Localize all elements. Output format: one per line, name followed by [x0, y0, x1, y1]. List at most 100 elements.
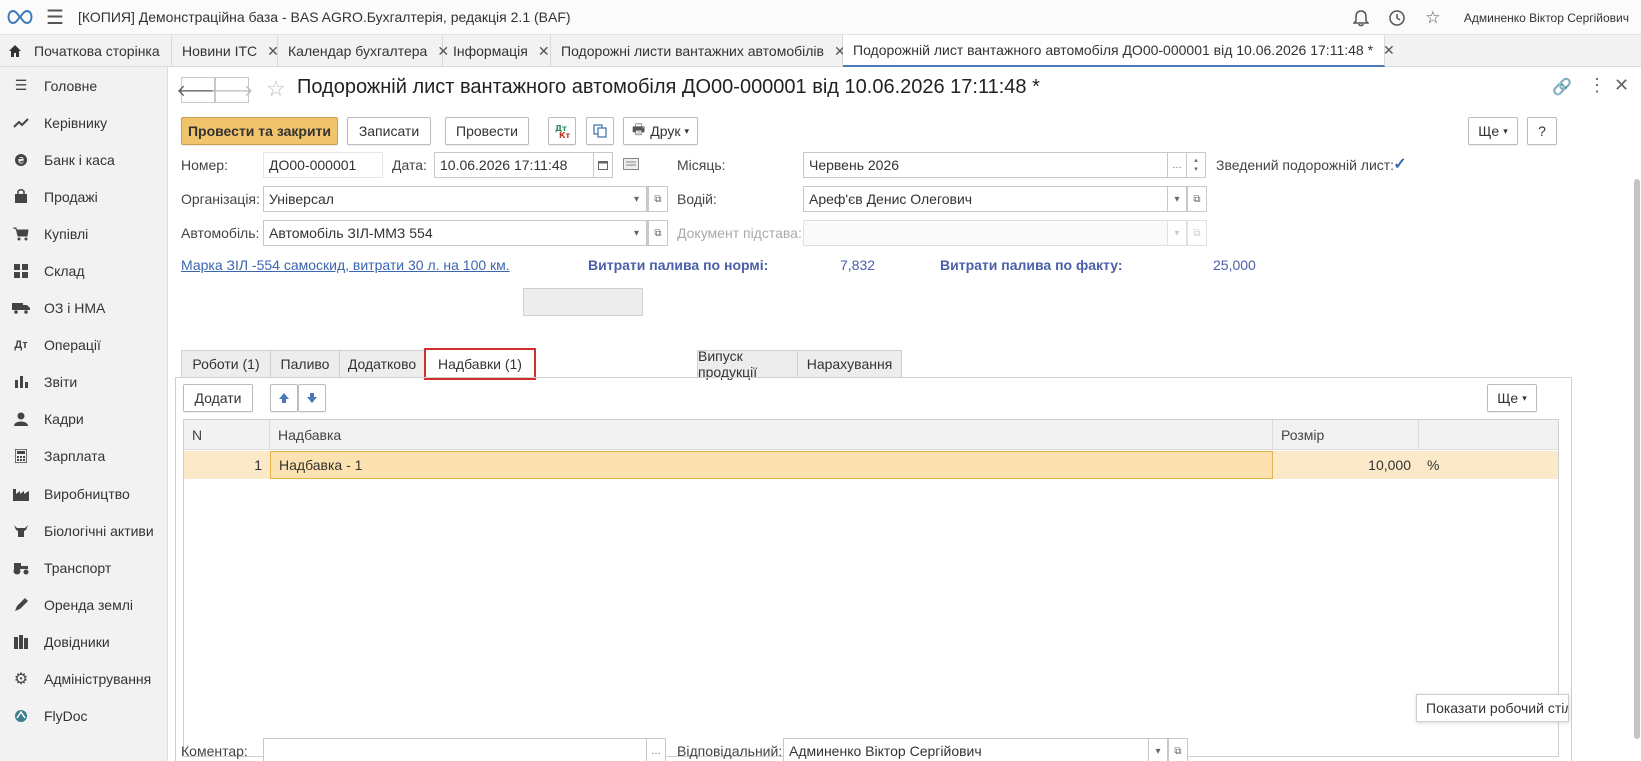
truck-icon — [10, 302, 32, 314]
app-logo-icon[interactable] — [0, 0, 40, 35]
open-link-icon[interactable]: ⧉ — [1187, 186, 1207, 212]
more-button[interactable]: Ще ▾ — [1468, 117, 1518, 145]
tab-fuel[interactable]: Паливо — [270, 350, 340, 378]
table-more-button[interactable]: Ще ▾ — [1487, 384, 1537, 412]
sidebar-item-warehouse[interactable]: Склад — [0, 252, 167, 289]
sidebar-item-land-lease[interactable]: Оренда землі — [0, 586, 167, 623]
dropdown-chevron-icon[interactable]: ▾ — [627, 186, 647, 212]
history-icon[interactable] — [1386, 7, 1408, 29]
tab-surcharges[interactable]: Надбавки (1) — [424, 348, 536, 380]
sidebar-item-salary[interactable]: Зарплата — [0, 438, 167, 475]
number-field[interactable]: ДО00-000001 — [263, 152, 383, 178]
close-form-icon[interactable]: ✕ — [1614, 75, 1629, 96]
add-button[interactable]: Додати — [183, 384, 253, 412]
driver-field[interactable]: Ареф'єв Денис Олегович — [803, 186, 1168, 212]
vehicle-model-link[interactable]: Марка ЗІЛ -554 самоскид, витрати 30 л. н… — [181, 257, 510, 273]
sidebar-item-manager[interactable]: Керівнику — [0, 104, 167, 141]
sidebar-item-biological-assets[interactable]: Біологічні активи — [0, 512, 167, 549]
select-dots-icon[interactable]: … — [646, 738, 666, 761]
responsible-field[interactable]: Админенко Віктор Сергійович — [783, 738, 1149, 761]
sidebar-item-production[interactable]: Виробництво — [0, 475, 167, 512]
tab-accruals[interactable]: Нарахування — [797, 350, 902, 378]
link-icon[interactable]: 🔗 — [1552, 77, 1572, 97]
tab-home[interactable]: Початкова сторінка — [0, 35, 172, 67]
move-up-icon[interactable] — [270, 384, 298, 412]
month-label: Місяць: — [677, 157, 726, 173]
open-link-icon[interactable]: ⧉ — [1187, 220, 1207, 246]
sidebar-item-hr[interactable]: Кадри — [0, 401, 167, 438]
organization-label: Організація: — [181, 191, 260, 207]
tab-products-output[interactable]: Випуск продукції — [697, 348, 798, 380]
forward-button[interactable]: 🡒 — [211, 77, 253, 103]
sidebar-item-administration[interactable]: ⚙ Адміністрування — [0, 661, 167, 698]
calculator-icon — [10, 449, 32, 464]
spin-updown-icon[interactable]: ▴ ▾ — [1186, 152, 1206, 178]
help-button[interactable]: ? — [1527, 117, 1557, 145]
sidebar-item-sales[interactable]: Продажі — [0, 178, 167, 215]
basis-document-field[interactable] — [803, 220, 1168, 246]
print-button[interactable]: 🖶 Друк ▾ — [623, 117, 698, 145]
close-icon[interactable]: ✕ — [1383, 42, 1395, 59]
sidebar-item-reports[interactable]: Звіти — [0, 364, 167, 401]
tab-information[interactable]: Інформація ✕ — [443, 35, 551, 67]
table-row[interactable]: 1 Надбавка - 1 10,000 % — [184, 451, 1558, 479]
vehicle-field[interactable]: Автомобіль ЗІЛ-ММЗ 554 — [263, 220, 648, 246]
comment-field[interactable] — [263, 738, 647, 761]
dropdown-chevron-icon[interactable]: ▾ — [1167, 220, 1187, 246]
sidebar-item-purchases[interactable]: Купівлі — [0, 215, 167, 252]
dropdown-chevron-icon[interactable]: ▾ — [627, 220, 647, 246]
month-field[interactable]: Червень 2026 — [803, 152, 1168, 178]
form-scrollbar[interactable] — [1633, 167, 1641, 761]
current-user[interactable]: Админенко Віктор Сергійович — [1464, 11, 1629, 25]
sidebar-item-transport[interactable]: Транспорт — [0, 549, 167, 586]
tab-waybills-list[interactable]: Подорожні листи вантажних автомобілів ✕ — [551, 35, 846, 67]
select-dots-icon[interactable]: … — [1167, 152, 1187, 178]
open-link-icon[interactable]: ⧉ — [1168, 738, 1188, 761]
open-link-icon[interactable]: ⧉ — [648, 186, 668, 212]
tab-additional[interactable]: Додатково — [339, 350, 425, 378]
sidebar-item-flydoc[interactable]: FlyDoc — [0, 698, 167, 735]
sidebar-item-label: Адміністрування — [44, 671, 152, 688]
organization-field[interactable]: Універсал — [263, 186, 648, 212]
sidebar-item-label: Оренда землі — [44, 596, 133, 613]
scrollbar-thumb[interactable] — [1634, 179, 1640, 739]
sections-sidebar: ☰ Головне Керівнику ₴ Банк і каса Продажі … — [0, 67, 168, 761]
dropdown-chevron-icon[interactable]: ▾ — [1167, 186, 1187, 212]
sidebar-item-fixed-assets[interactable]: ОЗ і НМА — [0, 290, 167, 327]
keyboard-icon[interactable] — [623, 157, 639, 173]
calendar-icon[interactable] — [593, 152, 613, 178]
post-button[interactable]: Провести — [445, 117, 529, 145]
date-field[interactable]: 10.06.2026 17:11:48 — [434, 152, 594, 178]
tab-current-waybill[interactable]: Подорожній лист вантажного автомобіля ДО… — [843, 35, 1395, 67]
dropdown-chevron-icon[interactable]: ▾ — [1148, 738, 1168, 761]
tab-news[interactable]: Новини ІТС ✕ — [172, 35, 279, 67]
bell-icon[interactable] — [1350, 7, 1372, 29]
cell-size[interactable]: 10,000 — [1273, 451, 1419, 479]
tab-accountant-calendar[interactable]: Календар бухгалтера ✕ — [278, 35, 449, 67]
tab-works[interactable]: Роботи (1) — [181, 350, 271, 378]
close-icon[interactable]: ✕ — [538, 43, 550, 60]
column-size[interactable]: Розмір — [1273, 420, 1419, 450]
dt-kt-postings-icon[interactable]: Дт Кт — [548, 117, 576, 145]
sidebar-item-label: Керівнику — [44, 114, 108, 131]
show-desktop-tooltip[interactable]: Показати робочий стіл — [1416, 694, 1569, 722]
trend-icon — [10, 117, 32, 129]
print-label: Друк — [650, 123, 681, 139]
sidebar-item-catalogs[interactable]: Довідники — [0, 623, 167, 660]
save-button[interactable]: Записати — [347, 117, 431, 145]
column-surcharge[interactable]: Надбавка — [270, 420, 1273, 450]
open-link-icon[interactable]: ⧉ — [648, 220, 668, 246]
sidebar-item-main[interactable]: ☰ Головне — [0, 67, 167, 104]
post-and-close-button[interactable]: Провести та закрити — [181, 117, 338, 145]
cell-surcharge[interactable]: Надбавка - 1 — [270, 451, 1273, 479]
move-down-icon[interactable] — [298, 384, 326, 412]
more-vertical-icon[interactable]: ⋮ — [1588, 75, 1606, 96]
column-n[interactable]: N — [184, 420, 270, 450]
structure-icon[interactable] — [586, 117, 614, 145]
main-menu-icon[interactable]: ☰ — [40, 0, 70, 35]
sidebar-item-operations[interactable]: Дт Операції — [0, 327, 167, 364]
consolidated-checkbox[interactable]: ✓ — [1392, 156, 1408, 173]
favorite-star-icon[interactable]: ☆ — [266, 76, 286, 102]
sidebar-item-bank[interactable]: ₴ Банк і каса — [0, 141, 167, 178]
favorites-star-icon[interactable]: ☆ — [1422, 7, 1444, 29]
